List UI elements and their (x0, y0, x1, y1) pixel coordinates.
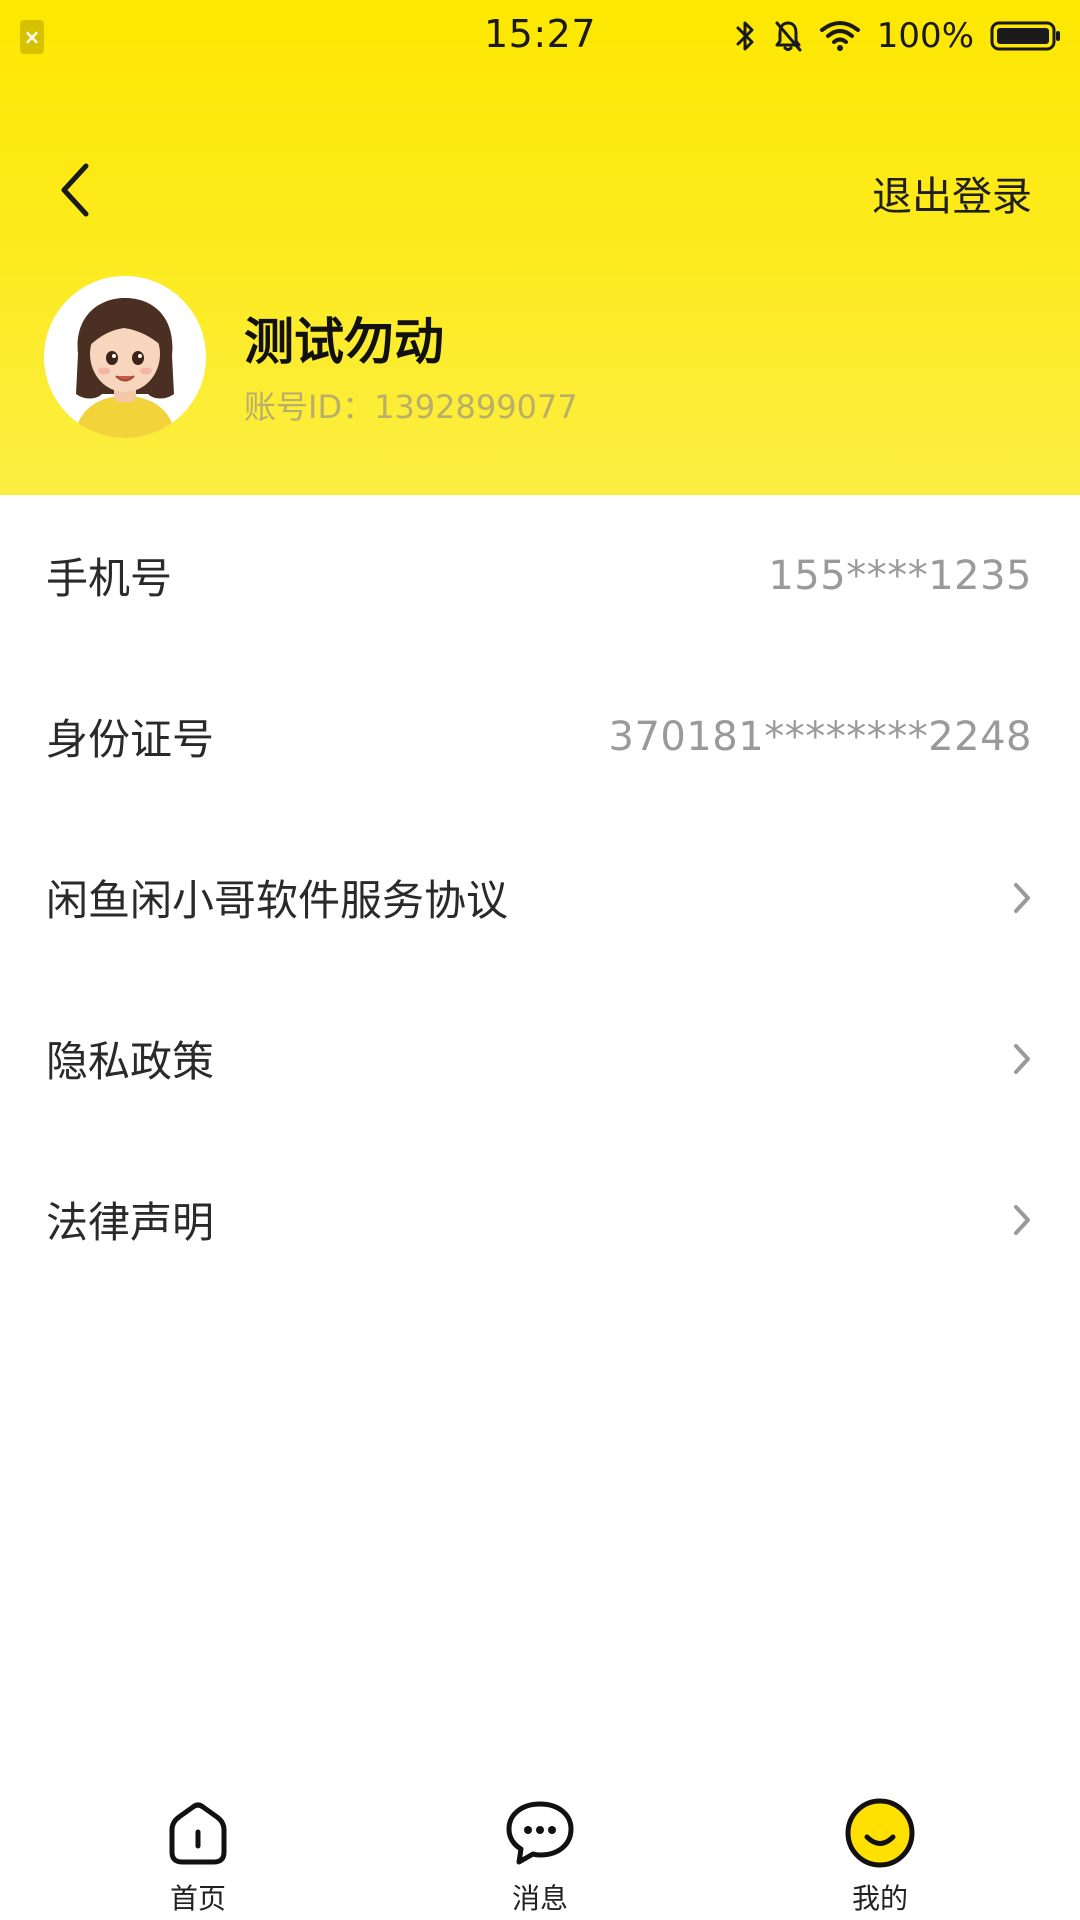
avatar[interactable] (44, 276, 206, 438)
id-card-value: 370181********2248 (608, 713, 1032, 760)
phone-value: 155****1235 (768, 552, 1032, 599)
chevron-right-icon (1010, 878, 1034, 918)
profile-header: × 15:27 100% 退出登录 测试勿动 账号ID：1392899077 (0, 0, 1080, 495)
id-card-row[interactable]: 身份证号 370181********2248 (0, 656, 1080, 817)
privacy-policy-row[interactable]: 隐私政策 (0, 978, 1080, 1139)
tab-mine[interactable]: 我的 (780, 1780, 980, 1920)
row-label: 手机号 (46, 554, 173, 603)
account-screen: × 15:27 100% 退出登录 测试勿动 账号ID：1392899077 手… (0, 0, 1080, 1920)
battery-icon (990, 20, 1062, 52)
logout-button[interactable]: 退出登录 (872, 164, 1032, 222)
bluetooth-icon (735, 18, 757, 54)
tab-messages[interactable]: 消息 (440, 1780, 640, 1920)
phone-row[interactable]: 手机号 155****1235 (0, 495, 1080, 656)
account-id: 账号ID：1392899077 (244, 388, 578, 426)
bell-muted-icon (773, 18, 803, 54)
home-icon (163, 1793, 233, 1873)
avatar-girl-image (44, 276, 206, 438)
row-label: 闲鱼闲小哥软件服务协议 (46, 876, 509, 925)
tab-label: 消息 (511, 1882, 568, 1915)
tab-label: 我的 (851, 1882, 908, 1915)
chevron-right-icon (1010, 1200, 1034, 1240)
battery-percent: 100% (876, 16, 974, 56)
bottom-tab-bar: 首页 消息 我的 (0, 1780, 1080, 1920)
chevron-right-icon (1010, 1039, 1034, 1079)
row-label: 法律声明 (46, 1198, 215, 1247)
row-label: 身份证号 (46, 715, 215, 764)
status-bar: × 15:27 100% (0, 0, 1080, 74)
legal-statement-row[interactable]: 法律声明 (0, 1139, 1080, 1300)
service-agreement-row[interactable]: 闲鱼闲小哥软件服务协议 (0, 817, 1080, 978)
settings-list: 手机号 155****1235 身份证号 370181********2248 … (0, 495, 1080, 1300)
wifi-icon (819, 19, 861, 53)
message-icon (503, 1793, 577, 1873)
status-icons: 100% (735, 14, 1062, 58)
smile-icon (844, 1793, 916, 1873)
user-name: 测试勿动 (244, 313, 444, 371)
row-label: 隐私政策 (46, 1037, 215, 1086)
tab-label: 首页 (169, 1882, 226, 1915)
back-button[interactable] (50, 158, 100, 222)
chevron-left-icon (61, 163, 89, 217)
tab-home[interactable]: 首页 (98, 1780, 298, 1920)
